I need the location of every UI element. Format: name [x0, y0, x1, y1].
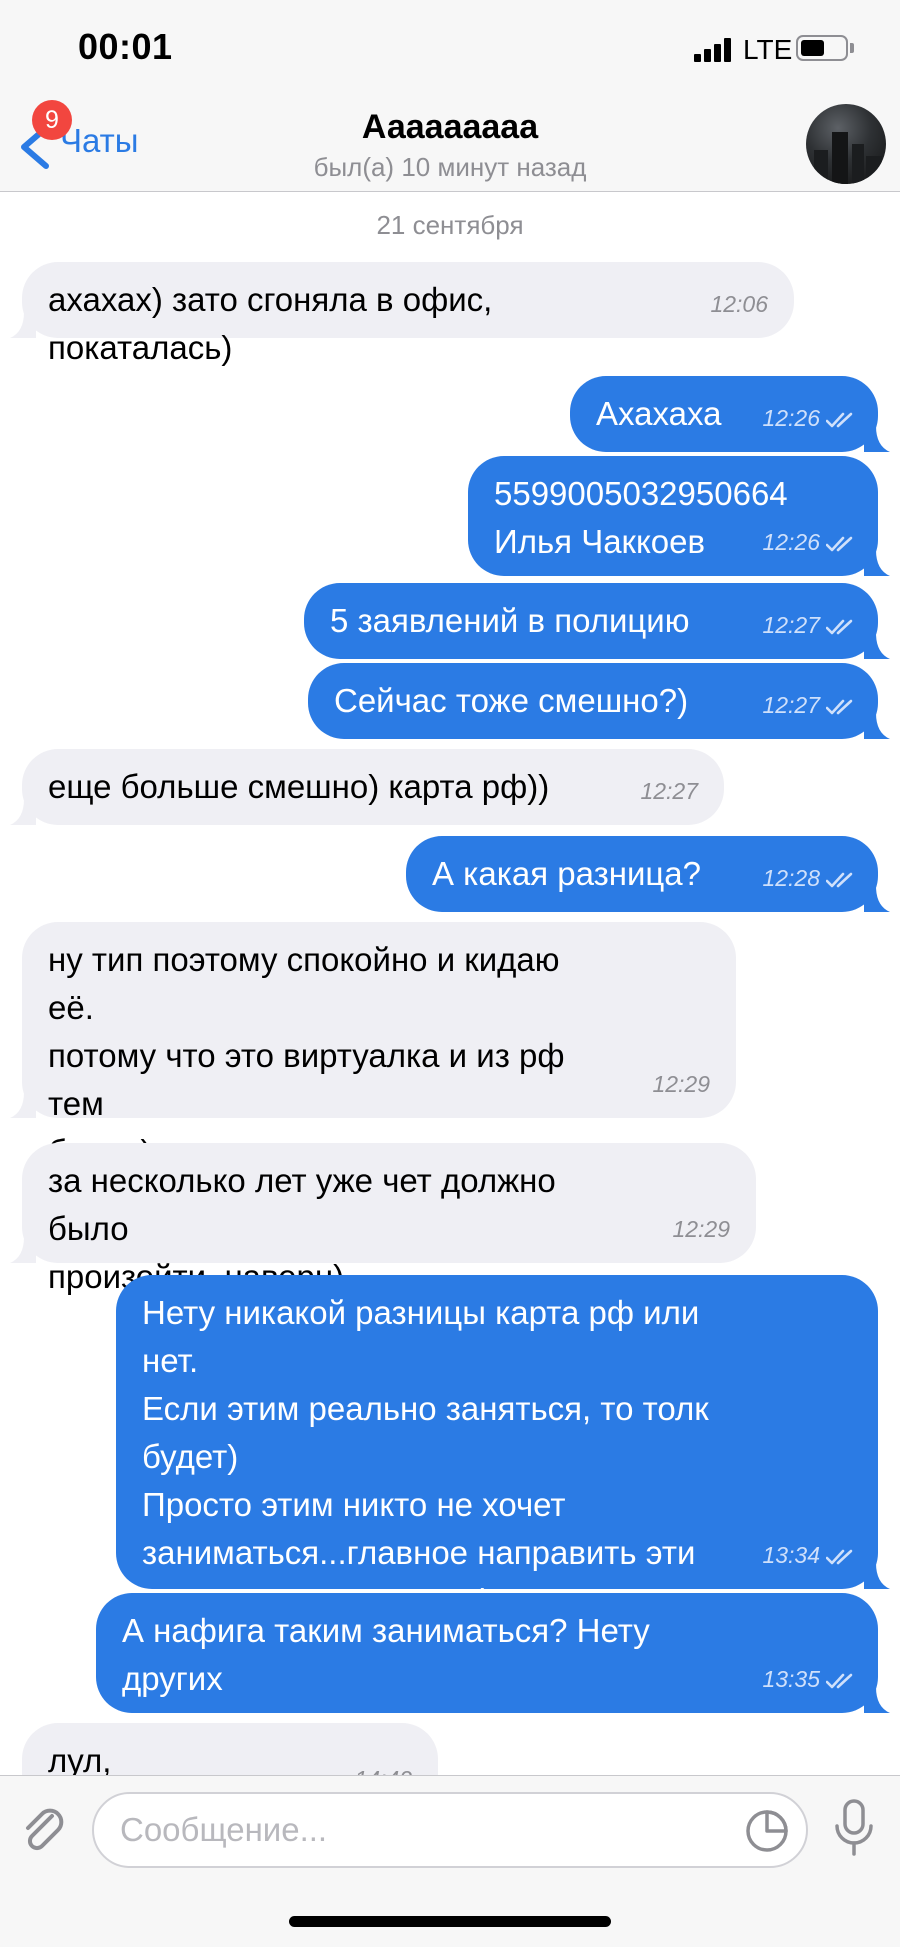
message-time: 12:29 — [652, 1071, 710, 1097]
bubble-tail — [10, 312, 36, 338]
composer-bar — [0, 1775, 900, 1947]
bubble-tail — [864, 633, 890, 659]
message-meta: 12:26 — [762, 394, 858, 442]
home-indicator[interactable] — [289, 1916, 611, 1927]
message-meta: 12:29 — [672, 1205, 730, 1253]
incoming-message[interactable]: еще больше смешно) карта рф)) 12:27 — [10, 749, 724, 825]
message-text: ахахах) зато сгоняла в офис, покаталась) — [48, 281, 493, 366]
message-meta: 13:35 — [762, 1655, 858, 1703]
outgoing-message[interactable]: 5 заявлений в полицию 12:27 — [304, 583, 890, 659]
message-text: А какая разница? — [432, 855, 701, 892]
battery-tip — [850, 43, 854, 53]
bubble-tail — [864, 713, 890, 739]
bubble-tail — [10, 799, 36, 825]
message-meta: 12:27 — [762, 681, 858, 729]
bubble-tail — [864, 426, 890, 452]
double-check-icon — [826, 1673, 853, 1689]
double-check-icon — [826, 1549, 853, 1565]
double-check-icon — [826, 872, 853, 888]
message-text: еще больше смешно) карта рф)) — [48, 768, 550, 805]
message-meta: 13:34 — [762, 1531, 858, 1579]
status-bar: 00:01 LTE — [0, 0, 900, 100]
message-time: 13:35 — [762, 1666, 820, 1692]
last-seen-status: был(а) 10 минут назад — [313, 152, 587, 182]
message-time: 13:34 — [762, 1542, 820, 1568]
double-check-icon — [826, 536, 853, 552]
outgoing-message[interactable]: 5599005032950664 Илья Чаккоев 12:26 — [468, 456, 890, 576]
message-text: 5599005032950664 Илья Чаккоев — [494, 475, 788, 560]
battery-icon — [796, 35, 848, 61]
message-input[interactable] — [120, 1794, 720, 1866]
outgoing-message[interactable]: Нету никакой разницы карта рф или нет. Е… — [116, 1275, 890, 1619]
bubble-tail — [864, 886, 890, 912]
chat-title[interactable]: Ааааааааа — [0, 108, 900, 147]
status-time: 00:01 — [78, 26, 173, 67]
network-label: LTE — [743, 34, 793, 65]
outgoing-message[interactable]: Ахахаха 12:26 — [570, 376, 890, 452]
message-meta: 12:29 — [652, 1060, 710, 1108]
incoming-message[interactable]: ахахах) зато сгоняла в офис, покаталась)… — [10, 262, 794, 366]
incoming-message[interactable]: за несколько лет уже чет должно было про… — [10, 1143, 756, 1295]
date-separator: 21 сентября — [376, 210, 524, 240]
mic-icon[interactable] — [832, 1798, 876, 1858]
incoming-message[interactable]: ну тип поэтому спокойно и кидаю её. пото… — [10, 922, 736, 1218]
bubble-tail — [10, 1237, 36, 1263]
double-check-icon — [826, 412, 853, 428]
outgoing-message[interactable]: А нафига таким заниматься? Нету других с… — [96, 1593, 890, 1745]
message-text: Сейчас тоже смешно?) — [334, 682, 689, 719]
attach-icon[interactable] — [18, 1804, 70, 1856]
message-meta: 12:28 — [762, 854, 858, 902]
sticker-icon[interactable] — [744, 1808, 790, 1854]
message-meta: 12:26 — [762, 518, 858, 566]
chat-header: Чаты 9 Ааааааааа был(а) 10 минут назад — [0, 100, 900, 192]
double-check-icon — [826, 619, 853, 635]
bubble-tail — [864, 1687, 890, 1713]
outgoing-message[interactable]: Сейчас тоже смешно?) 12:27 — [308, 663, 890, 739]
message-time: 12:29 — [672, 1216, 730, 1242]
message-time: 12:28 — [762, 865, 820, 891]
avatar[interactable] — [806, 104, 886, 184]
message-text: 5 заявлений в полицию — [330, 602, 690, 639]
outgoing-message[interactable]: А какая разница? 12:28 — [406, 836, 890, 912]
message-meta: 12:27 — [640, 767, 698, 815]
message-time: 12:26 — [762, 405, 820, 431]
bubble-tail — [864, 550, 890, 576]
message-time: 12:27 — [640, 778, 698, 804]
message-time: 12:26 — [762, 529, 820, 555]
message-time: 12:06 — [710, 291, 768, 317]
message-text: Ахахаха — [596, 395, 722, 432]
bubble-tail — [864, 1563, 890, 1589]
message-field[interactable] — [92, 1792, 808, 1868]
chat-screen: 00:01 LTE Чаты 9 Ааааааааа был(а) 10 мин… — [0, 0, 900, 1947]
message-time: 12:27 — [762, 692, 820, 718]
signal-icon — [694, 38, 734, 62]
message-meta: 12:06 — [710, 280, 768, 328]
message-text: Нету никакой разницы карта рф или нет. Е… — [142, 1294, 709, 1619]
message-meta: 12:27 — [762, 601, 858, 649]
double-check-icon — [826, 699, 853, 715]
bubble-tail — [10, 1092, 36, 1118]
message-time: 12:27 — [762, 612, 820, 638]
